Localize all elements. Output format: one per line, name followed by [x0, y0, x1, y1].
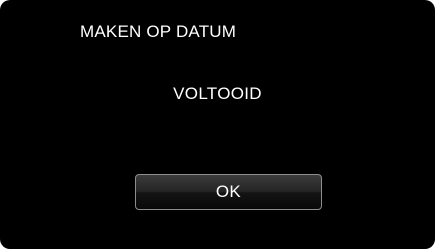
status-message: VOLTOOID: [173, 84, 262, 103]
camera-lcd-dialog: MAKEN OP DATUM VOLTOOID OK: [0, 0, 435, 249]
dialog-title: MAKEN OP DATUM: [80, 22, 237, 41]
ok-button-label: OK: [215, 182, 242, 201]
ok-button[interactable]: OK: [135, 174, 322, 210]
